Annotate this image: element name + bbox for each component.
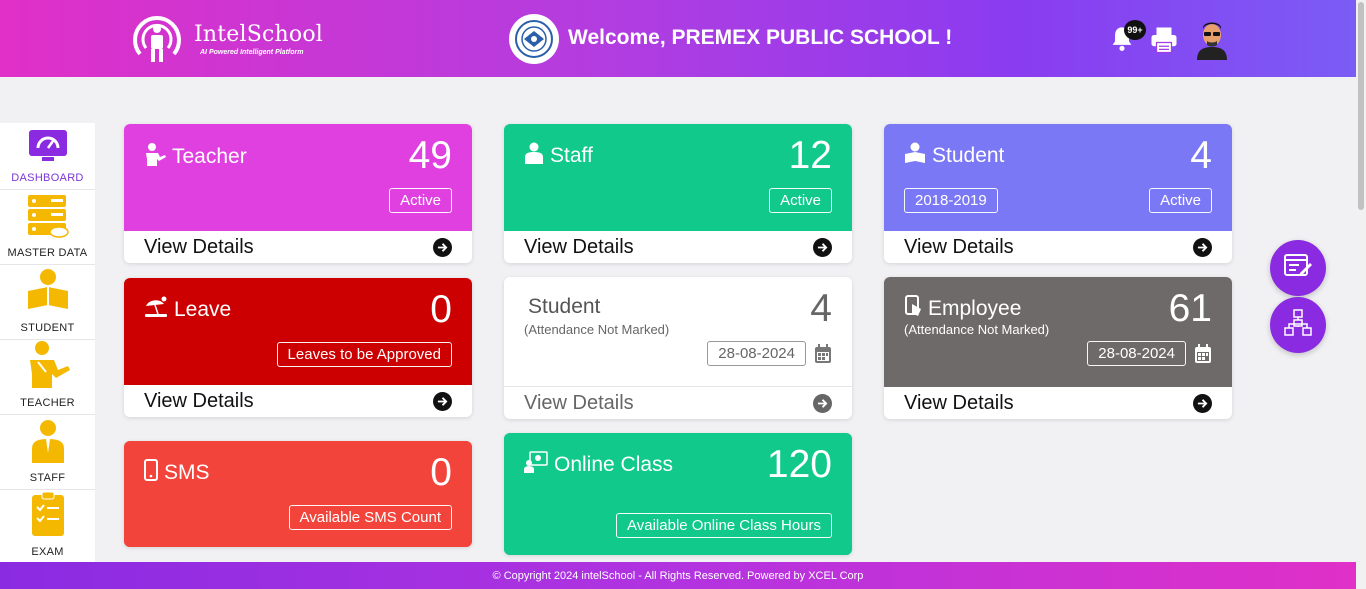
- card-subtitle: (Attendance Not Marked): [524, 322, 670, 337]
- card-subtitle: (Attendance Not Marked): [904, 322, 1050, 337]
- student-count: 4: [1190, 134, 1212, 177]
- copyright-text: © Copyright 2024 intelSchool - All Right…: [492, 569, 864, 582]
- sidebar-item-dashboard[interactable]: DASHBOARD: [0, 123, 95, 190]
- student-icon: [904, 142, 926, 170]
- view-details-link[interactable]: View Details: [884, 387, 1232, 419]
- arrow-right-icon[interactable]: [813, 393, 832, 413]
- welcome-message: Welcome, PREMEX PUBLIC SCHOOL !: [568, 26, 953, 49]
- status-badge: Active: [769, 188, 832, 213]
- logo-tagline: AI Powered Intelligent Platform: [200, 48, 304, 56]
- view-details-link[interactable]: View Details: [504, 387, 852, 419]
- calendar-icon[interactable]: [814, 344, 832, 369]
- arrow-right-icon[interactable]: [433, 237, 452, 257]
- clipboard-icon: [31, 491, 65, 542]
- view-details-label: View Details: [904, 391, 1014, 414]
- beach-umbrella-icon: [144, 296, 168, 324]
- view-details-link[interactable]: View Details: [884, 231, 1232, 263]
- arrow-right-icon[interactable]: [433, 391, 452, 411]
- view-details-link[interactable]: View Details: [504, 231, 852, 263]
- school-emblem: [509, 14, 559, 64]
- status-badge: Available Online Class Hours: [616, 513, 832, 538]
- online-class-count: 120: [766, 443, 832, 486]
- server-icon: [27, 194, 69, 243]
- page-footer: © Copyright 2024 intelSchool - All Right…: [0, 562, 1356, 589]
- arrow-right-icon[interactable]: [1193, 237, 1212, 257]
- arrow-right-icon[interactable]: [813, 237, 832, 257]
- online-class-card: Online Class 120 Available Online Class …: [504, 433, 852, 555]
- status-badge: Active: [1149, 188, 1212, 213]
- student-icon: [26, 267, 70, 318]
- notes-fab-button[interactable]: [1270, 240, 1326, 296]
- status-badge: Active: [389, 188, 452, 213]
- view-details-label: View Details: [144, 235, 254, 258]
- sidebar: DASHBOARD MASTER DATA STUDENT TEACHER ST…: [0, 123, 95, 563]
- scrollbar-thumb[interactable]: [1358, 2, 1364, 210]
- staff-count: 12: [788, 134, 832, 177]
- date-field[interactable]: 28-08-2024: [707, 341, 806, 366]
- sidebar-label: DASHBOARD: [11, 172, 84, 184]
- phone-touch-icon: [904, 295, 922, 323]
- staff-card: Staff 12 Active View Details: [504, 124, 852, 263]
- teacher-icon: [26, 340, 70, 393]
- view-details-link[interactable]: View Details: [124, 385, 472, 417]
- teacher-icon: [144, 142, 166, 172]
- sms-count: 0: [430, 451, 452, 494]
- card-title: Leave: [174, 298, 232, 321]
- dashboard-icon: [28, 129, 68, 168]
- arrow-right-icon[interactable]: [1193, 393, 1212, 413]
- sidebar-item-staff[interactable]: STAFF: [0, 415, 95, 490]
- top-header: IntelSchool AI Powered Intelligent Platf…: [0, 0, 1356, 77]
- status-badge: Leaves to be Approved: [276, 342, 452, 367]
- sidebar-item-master-data[interactable]: MASTER DATA: [0, 190, 95, 265]
- sidebar-label: EXAM: [31, 546, 64, 558]
- date-field[interactable]: 28-08-2024: [1087, 341, 1186, 366]
- academic-year-badge: 2018-2019: [904, 188, 998, 213]
- status-badge: Available SMS Count: [288, 505, 452, 530]
- leave-card: Leave 0 Leaves to be Approved View Detai…: [124, 278, 472, 417]
- card-title: Teacher: [172, 145, 247, 168]
- card-title: Student: [528, 295, 601, 318]
- view-details-link[interactable]: View Details: [124, 231, 472, 263]
- view-details-label: View Details: [904, 235, 1014, 258]
- sidebar-label: MASTER DATA: [7, 247, 88, 259]
- card-title: Online Class: [554, 453, 674, 476]
- sidebar-label: TEACHER: [20, 397, 75, 409]
- view-details-label: View Details: [524, 391, 634, 414]
- staff-icon: [524, 142, 544, 170]
- staff-icon: [30, 419, 66, 468]
- sidebar-item-student[interactable]: STUDENT: [0, 265, 95, 340]
- calendar-icon[interactable]: [1194, 344, 1212, 369]
- sitemap-icon: [1284, 308, 1312, 342]
- app-logo[interactable]: IntelSchool AI Powered Intelligent Platf…: [128, 12, 323, 66]
- teacher-card: Teacher 49 Active View Details: [124, 124, 472, 263]
- logo-name: IntelSchool: [194, 21, 324, 47]
- notification-count-badge[interactable]: 99+: [1124, 20, 1146, 40]
- printer-icon[interactable]: [1149, 25, 1179, 60]
- user-avatar[interactable]: [1193, 18, 1231, 65]
- mobile-phone-icon: [144, 459, 158, 487]
- sidebar-label: STUDENT: [20, 322, 75, 334]
- edit-note-icon: [1284, 253, 1312, 284]
- card-title: Employee: [928, 297, 1022, 320]
- online-class-icon: [524, 451, 548, 479]
- org-chart-fab-button[interactable]: [1270, 297, 1326, 353]
- student-attendance-count: 4: [810, 287, 832, 330]
- teacher-count: 49: [408, 134, 452, 177]
- employee-attendance-card: Employee (Attendance Not Marked) 61 28-0…: [884, 277, 1232, 419]
- card-title: Staff: [550, 144, 593, 167]
- student-card: Student 4 2018-2019 Active View Details: [884, 124, 1232, 263]
- sidebar-item-exam[interactable]: EXAM: [0, 490, 95, 563]
- card-title: SMS: [164, 461, 210, 484]
- employee-count: 61: [1168, 287, 1212, 330]
- card-title: Student: [932, 144, 1005, 167]
- student-attendance-card: Student (Attendance Not Marked) 4 28-08-…: [504, 277, 852, 419]
- view-details-label: View Details: [144, 389, 254, 412]
- sms-card: SMS 0 Available SMS Count: [124, 441, 472, 547]
- sidebar-item-teacher[interactable]: TEACHER: [0, 340, 95, 415]
- logo-icon: [128, 12, 186, 66]
- leave-count: 0: [430, 288, 452, 331]
- sidebar-label: STAFF: [29, 472, 66, 484]
- view-details-label: View Details: [524, 235, 634, 258]
